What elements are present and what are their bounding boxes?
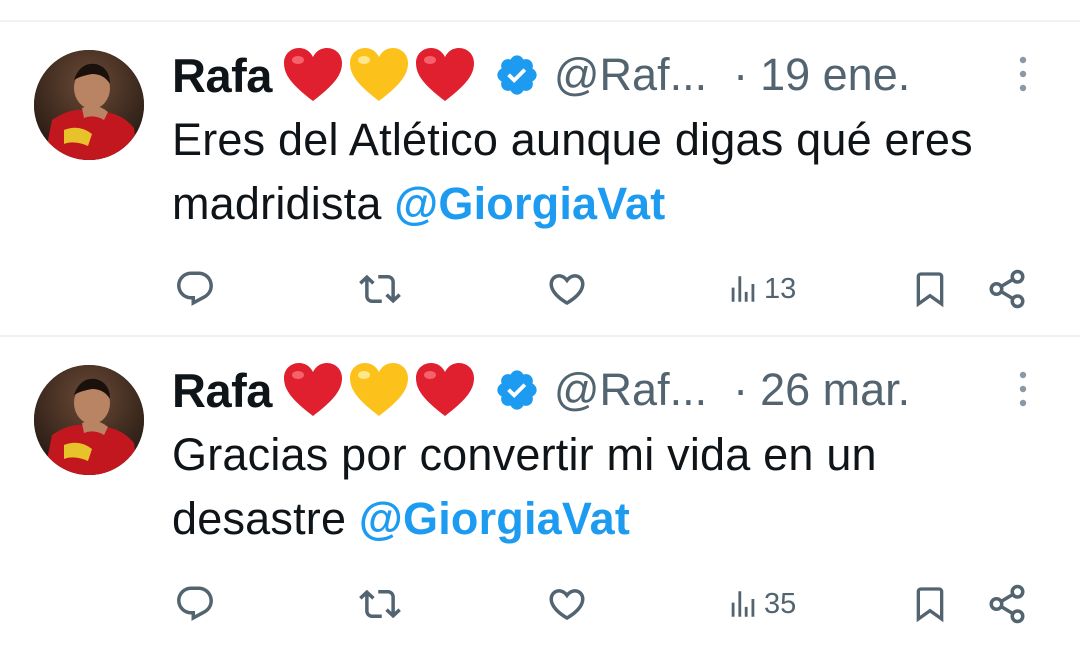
- red-heart-icon: [283, 363, 342, 416]
- tweet-actions: 13: [0, 267, 1080, 311]
- retweet-button[interactable]: [358, 582, 402, 626]
- avatar-photo: [34, 365, 144, 475]
- share-icon: [989, 269, 1025, 309]
- views-count: 13: [764, 272, 797, 305]
- reply-icon: [177, 271, 213, 306]
- verified-badge-icon: [497, 370, 537, 410]
- tweet-header: Rafa @Raf... · 19 ene.: [172, 42, 1052, 108]
- share-button[interactable]: [986, 582, 1028, 626]
- retweet-icon: [359, 589, 401, 619]
- tweet-date[interactable]: 19 ene.: [760, 49, 910, 101]
- tweet-text: Eres del Atlético aunque digas qué eres …: [172, 108, 1052, 236]
- reply-button[interactable]: [174, 582, 216, 626]
- tweet-actions: 35: [0, 582, 1080, 626]
- mention-link[interactable]: @GiorgiaVat: [394, 178, 665, 229]
- avatar[interactable]: [34, 365, 144, 475]
- mention-link[interactable]: @GiorgiaVat: [359, 493, 630, 544]
- red-heart-icon: [415, 363, 474, 416]
- separator-dot: ·: [733, 49, 749, 100]
- more-options-icon[interactable]: [1015, 369, 1031, 409]
- author-handle[interactable]: @Raf...: [554, 49, 707, 101]
- avatar-photo: [34, 50, 144, 160]
- reply-icon: [177, 586, 213, 621]
- tweet[interactable]: Rafa @Raf... · 19 ene. Eres del Atlético…: [0, 22, 1080, 322]
- reply-button[interactable]: [174, 267, 216, 311]
- views-button[interactable]: 13: [726, 267, 796, 311]
- bookmark-icon: [916, 272, 944, 308]
- author-name[interactable]: Rafa: [172, 363, 272, 418]
- name-emojis: [282, 362, 480, 418]
- views-count: 35: [764, 587, 797, 620]
- tweet-text: Gracias por convertir mi vida en un desa…: [172, 423, 1052, 551]
- red-heart-icon: [415, 48, 474, 101]
- author-name[interactable]: Rafa: [172, 48, 272, 103]
- heart-outline-icon: [549, 274, 585, 306]
- tweet-date[interactable]: 26 mar.: [760, 364, 910, 416]
- yellow-heart-icon: [349, 48, 408, 101]
- views-button[interactable]: 35: [726, 582, 796, 626]
- bookmark-icon: [916, 587, 944, 623]
- yellow-heart-icon: [349, 363, 408, 416]
- retweet-icon: [359, 274, 401, 304]
- views-chart-icon: [731, 276, 755, 302]
- retweet-button[interactable]: [358, 267, 402, 311]
- share-icon: [989, 584, 1025, 624]
- share-button[interactable]: [986, 267, 1028, 311]
- bookmark-button[interactable]: [910, 267, 950, 311]
- like-button[interactable]: [545, 582, 589, 626]
- separator-dot: ·: [733, 364, 749, 415]
- tweet-header: Rafa @Raf... · 26 mar.: [172, 357, 1052, 423]
- heart-outline-icon: [549, 589, 585, 621]
- author-handle[interactable]: @Raf...: [554, 364, 707, 416]
- views-chart-icon: [731, 591, 755, 617]
- red-heart-icon: [283, 48, 342, 101]
- like-button[interactable]: [545, 267, 589, 311]
- verified-badge-icon: [497, 55, 537, 95]
- name-emojis: [282, 47, 480, 103]
- avatar[interactable]: [34, 50, 144, 160]
- more-options-icon[interactable]: [1015, 54, 1031, 94]
- bookmark-button[interactable]: [910, 582, 950, 626]
- tweet[interactable]: Rafa @Raf... · 26 mar. Gracias por conve…: [0, 337, 1080, 637]
